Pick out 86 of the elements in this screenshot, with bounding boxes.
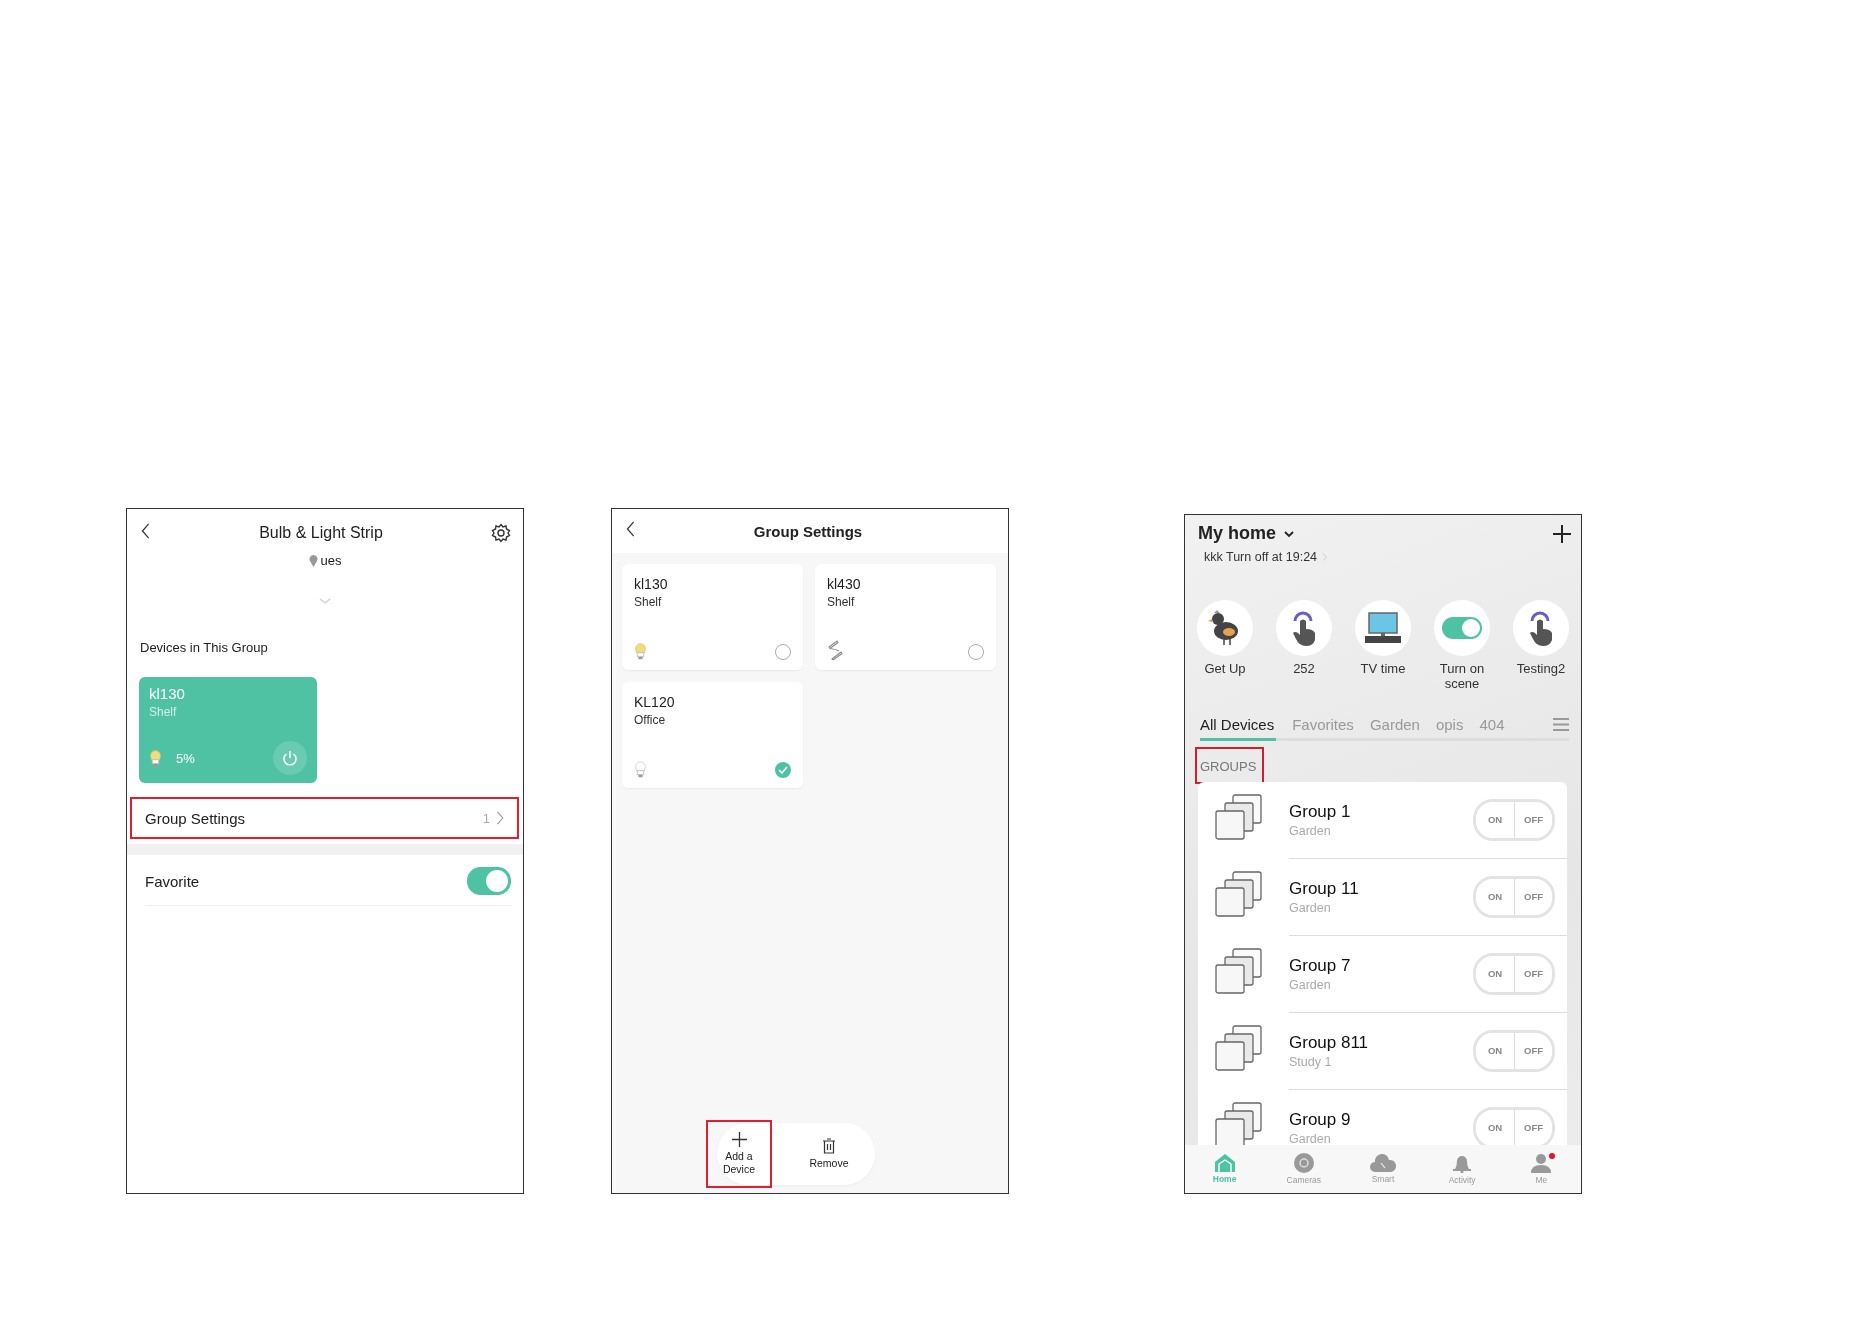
scene-label: TV time: [1359, 662, 1407, 677]
row-label: Favorite: [145, 872, 200, 890]
group-stack-icon: [1215, 793, 1263, 840]
back-icon: [626, 521, 636, 537]
group-stack-icon: [1215, 1024, 1263, 1071]
scene-button[interactable]: [1513, 600, 1569, 656]
section-label: Devices in This Group: [140, 640, 269, 655]
toggle-switch[interactable]: [467, 867, 511, 895]
tv-icon: [1365, 612, 1401, 644]
light-strip-icon: [827, 640, 843, 660]
group-stack-icon: [1215, 947, 1263, 994]
brightness-label: 5%: [176, 750, 195, 766]
group-room: Garden: [1289, 823, 1332, 838]
bell-icon: [1453, 1153, 1472, 1173]
scene-button[interactable]: [1197, 600, 1253, 656]
group-stack-icon: [1215, 870, 1263, 917]
nav-tab[interactable]: Activity: [1434, 1152, 1491, 1186]
device-name: KL120: [634, 694, 676, 710]
group-room: Garden: [1289, 977, 1332, 992]
device-card[interactable]: kl130 Shelf 5%: [139, 677, 317, 783]
device-room: Shelf: [149, 705, 178, 719]
camera-icon: [1293, 1153, 1314, 1173]
group-name: Group 1: [1289, 801, 1351, 822]
device-room: Shelf: [827, 595, 856, 609]
settings-row[interactable]: Group Settings 1: [132, 799, 517, 837]
scene-button[interactable]: [1355, 600, 1411, 656]
group-name: Group 11: [1289, 878, 1359, 899]
trash-icon: [822, 1138, 836, 1155]
remove-button[interactable]: Remove: [796, 1134, 862, 1174]
plus-icon: [731, 1132, 747, 1148]
room-tab[interactable]: Favorites: [1292, 715, 1354, 741]
device-card[interactable]: kl130 Shelf: [622, 564, 803, 670]
off-button[interactable]: OFF: [1514, 878, 1552, 915]
power-icon: [282, 750, 298, 766]
off-button[interactable]: OFF: [1514, 801, 1552, 838]
checkmark-icon: [778, 766, 788, 774]
device-name: kl130: [634, 576, 669, 592]
screen-title: Group Settings: [752, 522, 864, 540]
back-icon: [141, 523, 151, 539]
off-button[interactable]: OFF: [1514, 955, 1552, 992]
group-room: Study 1: [1289, 1054, 1333, 1069]
screen-title: Bulb & Light Strip: [259, 524, 383, 542]
group-room: Garden: [1289, 900, 1332, 915]
group-room: Garden: [1289, 1131, 1332, 1145]
home-icon: [1214, 1154, 1235, 1172]
device-room: Office: [634, 713, 667, 727]
scene-label: Get Up: [1203, 662, 1247, 677]
group-name: Group 811: [1289, 1032, 1369, 1053]
plus-icon[interactable]: [1553, 524, 1571, 543]
settings-icon[interactable]: [491, 523, 511, 543]
location-pin-icon: [308, 554, 318, 567]
row-value: 1: [482, 810, 490, 826]
nav-tab[interactable]: Home: [1196, 1153, 1253, 1185]
off-button[interactable]: OFF: [1514, 1109, 1552, 1145]
bulb-icon: [149, 748, 162, 768]
nav-tab[interactable]: Smart: [1354, 1153, 1411, 1185]
device-card[interactable]: KL120 Office: [622, 682, 803, 788]
group-name: Group 9: [1289, 1109, 1351, 1130]
device-name: kl430: [827, 576, 862, 592]
select-radio[interactable]: [775, 762, 791, 778]
switch-icon: [1442, 617, 1482, 639]
add-device-button[interactable]: Add a Device: [708, 1122, 770, 1186]
scene-label: 252: [1292, 662, 1316, 677]
group-name: Group 7: [1289, 955, 1351, 976]
caret-icon[interactable]: [1283, 529, 1295, 538]
scene-button[interactable]: [1276, 600, 1332, 656]
nav-tab[interactable]: Me: [1513, 1152, 1570, 1186]
room-tab[interactable]: opis: [1435, 715, 1464, 741]
device-card[interactable]: kl430 Shelf: [815, 564, 996, 670]
cloud-icon: [1369, 1154, 1396, 1172]
scene-label: Testing2: [1515, 662, 1567, 677]
room-tab[interactable]: All Devices: [1200, 715, 1277, 741]
room-tab[interactable]: Garden: [1369, 715, 1420, 741]
location-label: ues: [320, 553, 342, 568]
off-button[interactable]: OFF: [1514, 1032, 1552, 1069]
nav-tab[interactable]: Cameras: [1275, 1152, 1332, 1186]
section-label: GROUPS: [1197, 748, 1263, 782]
room-tab[interactable]: 404: [1479, 715, 1505, 741]
device-name: kl130: [149, 685, 186, 702]
chevron-right-icon: [496, 811, 505, 825]
home-title[interactable]: My home: [1198, 523, 1276, 544]
row-label: Group Settings: [145, 809, 246, 827]
person-icon: [1531, 1153, 1552, 1173]
device-room: Shelf: [634, 595, 663, 609]
schedule-link[interactable]: kkk Turn off at 19:24: [1204, 550, 1318, 564]
scene-label: Turn on scene: [1438, 662, 1486, 692]
